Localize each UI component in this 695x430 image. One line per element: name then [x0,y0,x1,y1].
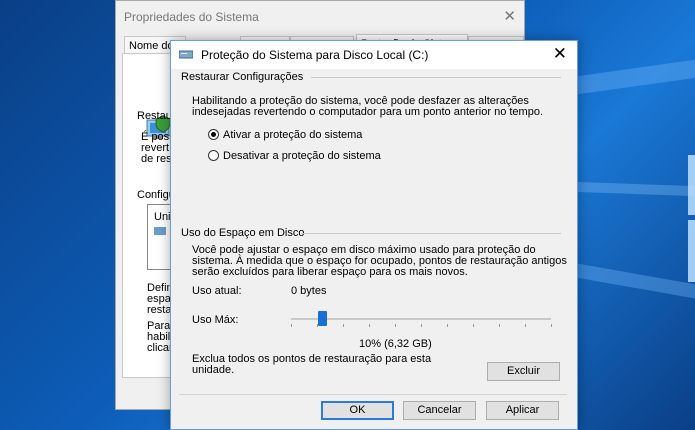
desc-text: resta [147,304,172,316]
disable-protection-radio[interactable] [208,150,219,161]
delete-button[interactable]: Excluir [487,362,560,381]
desc-text: clicar [147,342,173,354]
apply-button[interactable]: Aplicar [486,401,559,420]
disk-description: serão excluídos para liberar espaço para… [192,266,468,278]
slider-tick [369,324,370,327]
enable-protection-radio[interactable] [208,129,219,140]
current-usage-label: Uso atual: [192,285,242,297]
slider-tick [525,324,526,327]
window-title: Propriedades do Sistema [124,10,259,24]
footer-divider [179,394,567,395]
drive-icon [178,48,194,60]
close-icon[interactable]: ✕ [553,44,567,64]
list-item: Uni [154,211,171,223]
slider-tick [447,324,448,327]
max-usage-value: 10% (6,32 GB) [359,338,432,350]
max-usage-slider[interactable] [291,318,551,320]
enable-protection-label[interactable]: Ativar a proteção do sistema [223,130,362,141]
restore-description: indesejadas revertendo o computador para… [192,106,543,118]
system-protection-dialog: Proteção do Sistema para Disco Local (C:… [170,40,578,430]
slider-tick [421,324,422,327]
restore-settings-heading: Restaurar Configurações [181,71,304,83]
slider-tick [499,324,500,327]
slider-tick [291,324,292,327]
ok-button[interactable]: OK [321,401,394,420]
close-icon[interactable]: ✕ [503,7,516,25]
restore-text: Restau [137,110,172,122]
slider-tick [317,324,318,327]
slider-thumb[interactable] [318,311,328,326]
current-usage-value: 0 bytes [291,285,327,297]
slider-tick [343,324,344,327]
max-usage-label: Uso Máx: [192,314,239,326]
windows-logo [660,120,695,320]
disable-protection-label[interactable]: Desativar a proteção do sistema [223,151,381,162]
cancel-button[interactable]: Cancelar [403,401,476,420]
title-bar: Proteção do Sistema para Disco Local (C:… [171,41,577,69]
drive-icon [154,227,166,235]
slider-tick [473,324,474,327]
section-divider [301,233,561,234]
section-divider [311,77,561,78]
disk-usage-heading: Uso do Espaço em Disco [181,227,305,239]
delete-description: unidade. [192,364,235,376]
slider-tick [395,324,396,327]
slider-tick [551,324,552,327]
dialog-title: Proteção do Sistema para Disco Local (C:… [201,48,429,62]
